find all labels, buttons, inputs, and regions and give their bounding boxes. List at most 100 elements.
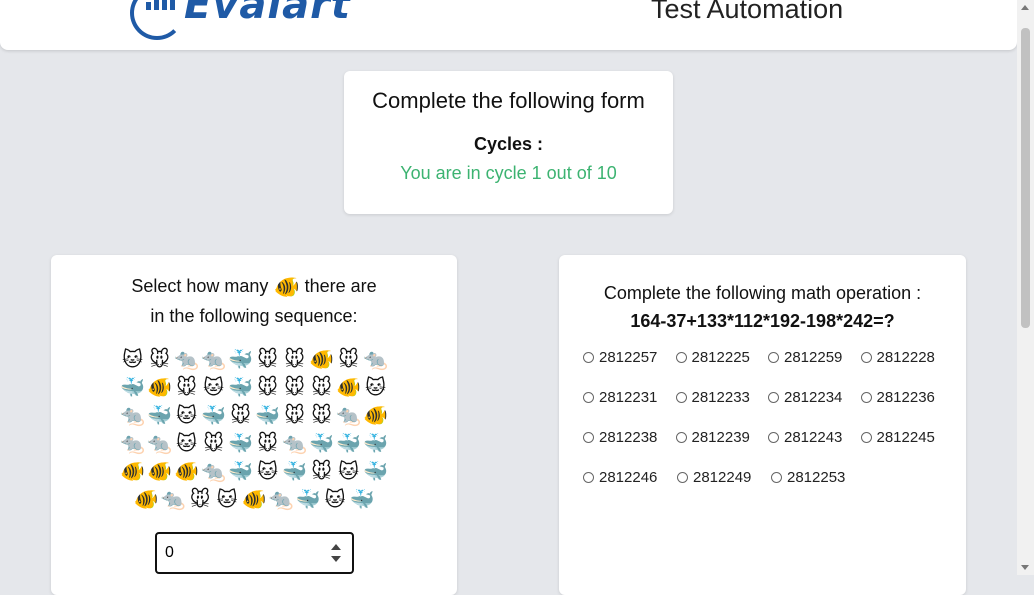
cycle-status: You are in cycle 1 out of 10 — [400, 163, 617, 183]
answer-radio[interactable] — [583, 352, 594, 363]
math-question: Complete the following math operation : … — [559, 279, 966, 335]
emoji-icon: 🐳 — [295, 487, 321, 511]
options-row: 2812231 2812233 2812234 2812236 — [583, 389, 953, 429]
emoji-icon: 🐭 — [257, 375, 278, 399]
spinner-up-icon[interactable] — [331, 544, 341, 550]
emoji-icon: 🐭 — [284, 403, 305, 427]
emoji-icon: 🐠 — [363, 403, 388, 427]
answer-radio[interactable] — [768, 392, 779, 403]
emoji-icon: 🐱 — [122, 347, 143, 371]
emoji-icon: 🐳 — [228, 347, 253, 371]
answer-option[interactable]: 2812233 — [675, 389, 769, 429]
emoji-icon: 🐭 — [338, 347, 359, 371]
count-question-line2: in the following sequence: — [150, 306, 358, 326]
answer-radio[interactable] — [583, 392, 594, 403]
emoji-icon: 🐱 — [365, 375, 386, 399]
target-fish-icon: 🐠 — [273, 276, 300, 299]
form-heading: Complete the following form — [372, 88, 645, 113]
answer-option[interactable]: 2812259 — [768, 349, 861, 389]
emoji-count-card: Select how many 🐠 there are in the follo… — [51, 255, 457, 595]
emoji-icon: 🐱 — [324, 487, 346, 511]
emoji-icon: 🐭 — [176, 375, 197, 399]
answer-radio[interactable] — [675, 392, 687, 403]
answer-radio[interactable] — [771, 472, 782, 483]
answer-option[interactable]: 2812246 — [583, 469, 677, 509]
answer-radio[interactable] — [860, 392, 872, 403]
answer-option[interactable]: 2812231 — [583, 389, 676, 429]
answer-radio[interactable] — [768, 432, 779, 443]
emoji-icon: 🐭 — [311, 375, 332, 399]
emoji-icon: 🐳 — [228, 375, 253, 399]
emoji-icon: 🐭 — [284, 347, 305, 371]
answer-radio[interactable] — [675, 432, 687, 443]
scroll-thumb[interactable] — [1021, 28, 1030, 328]
logo-bars-icon — [146, 0, 176, 10]
answer-radio[interactable] — [583, 432, 594, 443]
answer-radio[interactable] — [860, 432, 872, 443]
answer-label: 2812236 — [876, 389, 935, 406]
emoji-icon: 🐱 — [176, 403, 197, 427]
emoji-icon: 🐳 — [336, 431, 361, 455]
app-title: Test Automation — [651, 0, 844, 24]
answer-option[interactable]: 2812234 — [768, 389, 861, 429]
emoji-icon: 🐳 — [147, 403, 172, 427]
answer-label: 2812225 — [691, 349, 750, 366]
answer-label: 2812238 — [599, 429, 658, 446]
answer-option[interactable]: 2812225 — [675, 349, 769, 389]
answer-radio[interactable] — [675, 352, 687, 363]
options-row: 2812246 2812249 2812253 — [583, 469, 953, 509]
spinner-down-icon[interactable] — [331, 556, 341, 562]
emoji-icon: 🐀 — [282, 431, 307, 455]
scroll-down-icon[interactable] — [1021, 565, 1029, 570]
count-input[interactable] — [165, 544, 315, 562]
emoji-icon: 🐱 — [203, 375, 224, 399]
emoji-icon: 🐭 — [189, 487, 211, 511]
emoji-icon: 🐭 — [284, 375, 305, 399]
emoji-row: 🐳 🐠 🐭 🐱 🐳 🐭 🐭 🐭 🐠 🐱 — [119, 373, 389, 401]
emoji-icon: 🐭 — [311, 459, 332, 483]
answer-option[interactable]: 2812257 — [583, 349, 676, 389]
count-input-box[interactable] — [155, 532, 354, 574]
scroll-up-icon[interactable] — [1021, 5, 1029, 10]
answer-label: 2812231 — [599, 389, 658, 406]
emoji-icon: 🐱 — [216, 487, 238, 511]
answer-option[interactable]: 2812239 — [675, 429, 769, 469]
emoji-icon: 🐠 — [336, 375, 361, 399]
answer-option[interactable]: 2812245 — [860, 429, 954, 469]
answer-option[interactable]: 2812228 — [860, 349, 954, 389]
emoji-row: 🐀 🐳 🐱 🐳 🐭 🐳 🐭 🐭 🐀 🐠 — [119, 401, 389, 429]
emoji-icon: 🐀 — [201, 459, 226, 483]
answer-label: 2812228 — [876, 349, 935, 366]
emoji-icon: 🐭 — [257, 431, 278, 455]
answer-options: 2812257 2812225 2812259 2812228 2812231 28122… — [583, 349, 953, 509]
answer-option[interactable]: 2812238 — [583, 429, 676, 469]
options-row: 2812257 2812225 2812259 2812228 — [583, 349, 953, 389]
answer-radio[interactable] — [768, 352, 779, 363]
emoji-sequence-grid: 🐱 🐭 🐀 🐀 🐳 🐭 🐭 🐠 🐭 🐀 🐳 🐠 🐭 🐱 🐳 🐭 🐭 🐭 🐠 🐱 🐀 🐳 🐱 🐳 🐭 🐳 🐭 🐭 🐀 🐠 🐀 🐀 🐱 🐭 🐳 🐭 🐀 🐳 🐳 🐳… — [51, 345, 457, 513]
emoji-icon: 🐀 — [174, 347, 199, 371]
answer-option[interactable]: 2812249 — [677, 469, 771, 509]
emoji-icon: 🐱 — [176, 431, 197, 455]
emoji-icon: 🐭 — [203, 431, 224, 455]
number-spinner[interactable] — [330, 542, 342, 564]
answer-label: 2812234 — [784, 389, 843, 406]
answer-radio[interactable] — [583, 472, 594, 483]
emoji-icon: 🐠 — [120, 459, 145, 483]
math-card: Complete the following math operation : … — [559, 255, 966, 595]
answer-option[interactable]: 2812253 — [771, 469, 865, 509]
header-bar: Evalart Test Automation — [0, 0, 1017, 50]
answer-radio[interactable] — [677, 472, 688, 483]
emoji-icon: 🐀 — [268, 487, 294, 511]
emoji-icon: 🐀 — [201, 347, 226, 371]
page-scrollbar[interactable] — [1017, 0, 1034, 575]
answer-label: 2812243 — [784, 429, 843, 446]
answer-option[interactable]: 2812236 — [860, 389, 954, 429]
answer-radio[interactable] — [860, 352, 872, 363]
options-row: 2812238 2812239 2812243 2812245 — [583, 429, 953, 469]
math-question-text: Complete the following math operation : — [603, 283, 922, 303]
emoji-icon: 🐀 — [120, 431, 145, 455]
emoji-icon: 🐳 — [228, 431, 253, 455]
answer-option[interactable]: 2812243 — [768, 429, 861, 469]
answer-label: 2812257 — [599, 349, 658, 366]
emoji-row: 🐠 🐀 🐭 🐱 🐠 🐀 🐳 🐱 🐳 — [133, 485, 376, 513]
